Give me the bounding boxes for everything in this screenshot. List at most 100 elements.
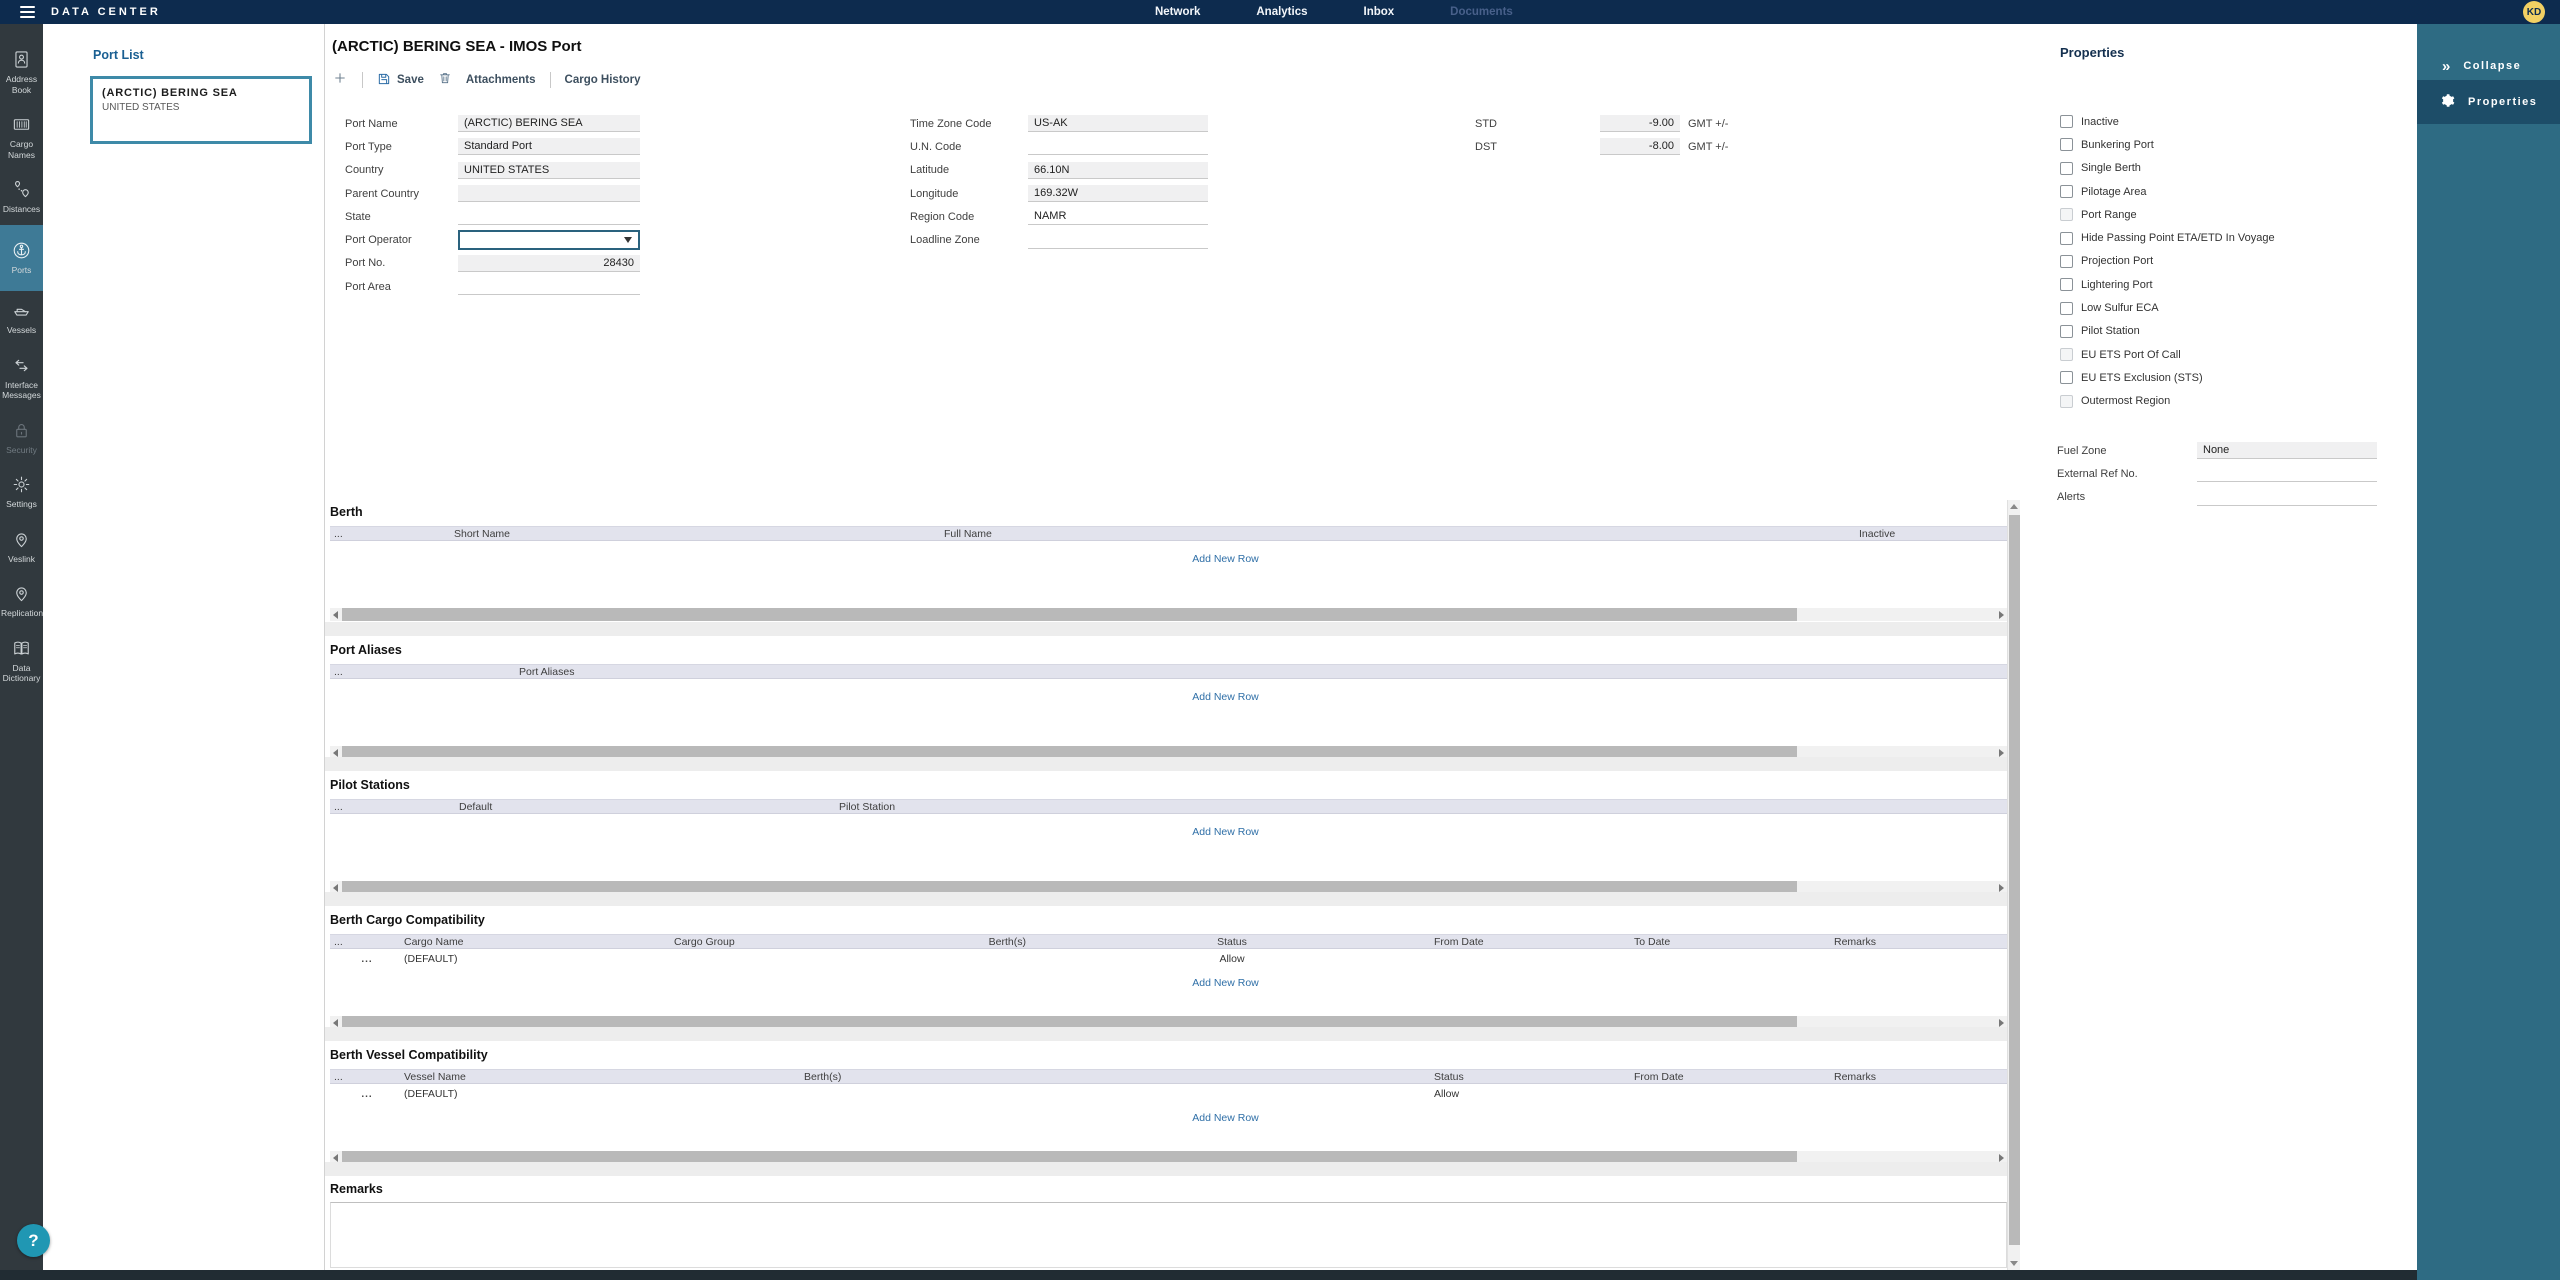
vertical-scrollbar[interactable] [2007, 500, 2020, 1270]
add-new-row-link[interactable]: Add New Row [1192, 553, 1259, 565]
sidebar-item-replication[interactable]: Replication [0, 574, 43, 629]
sidebar-item-interface-messages[interactable]: Interface Messages [0, 346, 43, 411]
checkbox[interactable] [2060, 395, 2073, 408]
port-name-field[interactable]: (ARCTIC) BERING SEA [458, 115, 640, 132]
sidebar-item-ports[interactable]: Ports [0, 225, 43, 292]
std-offset-field[interactable]: -9.00 [1600, 115, 1680, 132]
parent-country-field[interactable] [458, 185, 640, 202]
ship-icon [12, 301, 31, 320]
country-field[interactable]: UNITED STATES [458, 162, 640, 179]
checkbox[interactable] [2060, 255, 2073, 268]
property-checkbox-row[interactable]: Outermost Region [2060, 390, 2275, 413]
property-checkbox-row[interactable]: Low Sulfur ECA [2060, 296, 2275, 319]
property-checkbox-row[interactable]: EU ETS Exclusion (STS) [2060, 366, 2275, 389]
checkbox[interactable] [2060, 208, 2073, 221]
property-checkbox-row[interactable]: Port Range [2060, 203, 2275, 226]
sidebar-item-cargo-names[interactable]: Cargo Names [0, 105, 43, 170]
fuel-zone-field[interactable]: None [2197, 442, 2377, 459]
save-button[interactable]: Save [377, 72, 424, 89]
alerts-field[interactable] [2197, 489, 2377, 506]
toolbar: Save Attachments Cargo History [332, 68, 641, 92]
add-new-row-link[interactable]: Add New Row [1192, 1112, 1259, 1124]
sidebar-item-vessels[interactable]: Vessels [0, 291, 43, 346]
column-header: Berth(s) [890, 936, 1030, 948]
checkbox[interactable] [2060, 278, 2073, 291]
port-operator-dropdown[interactable] [458, 230, 640, 250]
row-menu-icon[interactable]: ... [330, 1089, 400, 1100]
table-row[interactable]: ... (DEFAULT) Allow [330, 1086, 2007, 1102]
property-checkbox-row[interactable]: Pilotage Area [2060, 180, 2275, 203]
sidebar-item-settings[interactable]: Settings [0, 465, 43, 520]
cargo-history-button[interactable]: Cargo History [565, 74, 641, 86]
port-country: UNITED STATES [102, 102, 300, 113]
scroll-up-arrow[interactable] [2010, 500, 2018, 513]
longitude-field[interactable]: 169.32W [1028, 185, 1208, 202]
topbar-nav-item[interactable]: Network [1155, 6, 1200, 18]
add-row-area: Add New Row [330, 973, 2007, 991]
topbar-nav-item[interactable]: Analytics [1256, 6, 1307, 18]
port-list-item-selected[interactable]: (ARCTIC) BERING SEA UNITED STATES [90, 76, 312, 144]
properties-title: Properties [2060, 45, 2124, 60]
scrollbar-thumb[interactable] [342, 608, 1797, 621]
scroll-down-arrow[interactable] [2010, 1257, 2018, 1270]
column-header: ... [330, 936, 400, 948]
port-no-field[interactable]: 28430 [458, 255, 640, 272]
property-checkbox-row[interactable]: Projection Port [2060, 250, 2275, 273]
checkbox[interactable] [2060, 325, 2073, 338]
port-area-field[interactable] [458, 278, 640, 295]
checkbox[interactable] [2060, 302, 2073, 315]
checkbox[interactable] [2060, 115, 2073, 128]
property-checkbox-row[interactable]: Bunkering Port [2060, 133, 2275, 156]
checkbox[interactable] [2060, 371, 2073, 384]
help-button[interactable]: ? [17, 1224, 50, 1257]
sidebar-item-veslink[interactable]: Veslink [0, 520, 43, 575]
hamburger-menu-icon[interactable] [20, 6, 35, 18]
add-new-row-link[interactable]: Add New Row [1192, 977, 1259, 989]
tab-properties[interactable]: Properties [2417, 80, 2560, 124]
checkbox[interactable] [2060, 232, 2073, 245]
topbar-nav-item[interactable]: Documents [1450, 6, 1513, 18]
un-code-field[interactable] [1028, 138, 1208, 155]
checkbox[interactable] [2060, 138, 2073, 151]
checkbox[interactable] [2060, 162, 2073, 175]
region-code-field[interactable]: NAMR [1028, 208, 1208, 225]
property-checkbox-row[interactable]: EU ETS Port Of Call [2060, 343, 2275, 366]
user-avatar[interactable]: KD [2523, 1, 2545, 23]
sidebar-item-data-dictionary[interactable]: Data Dictionary [0, 629, 43, 694]
add-new-row-link[interactable]: Add New Row [1192, 826, 1259, 838]
row-menu-icon[interactable]: ... [330, 954, 400, 965]
latitude-field[interactable]: 66.10N [1028, 162, 1208, 179]
checkbox[interactable] [2060, 348, 2073, 361]
dst-offset-field[interactable]: -8.00 [1600, 138, 1680, 155]
topbar-nav-item[interactable]: Inbox [1364, 6, 1395, 18]
checkbox[interactable] [2060, 185, 2073, 198]
column-header: Vessel Name [400, 1071, 800, 1083]
property-checkbox-row[interactable]: Inactive [2060, 110, 2275, 133]
table-row[interactable]: ... (DEFAULT) Allow [330, 951, 2007, 967]
horizontal-scrollbar[interactable] [330, 608, 2007, 621]
property-checkbox-row[interactable]: Lightering Port [2060, 273, 2275, 296]
state-field[interactable] [458, 208, 640, 225]
time-zone-code-field[interactable]: US-AK [1028, 115, 1208, 132]
sidebar-item-address-book[interactable]: Address Book [0, 40, 43, 105]
scroll-left-arrow[interactable] [330, 608, 341, 621]
add-new-row-link[interactable]: Add New Row [1192, 691, 1259, 703]
port-type-field[interactable]: Standard Port [458, 138, 640, 155]
property-checkbox-row[interactable]: Pilot Station [2060, 320, 2275, 343]
attachments-button[interactable]: Attachments [466, 74, 536, 86]
form-column-1: Port Name (ARCTIC) BERING SEA Port Type … [345, 112, 640, 298]
field-value: -9.00 [1649, 117, 1674, 129]
scrollbar-thumb[interactable] [2009, 515, 2020, 1245]
property-checkbox-row[interactable]: Single Berth [2060, 157, 2275, 180]
new-record-button[interactable] [332, 70, 348, 91]
loadline-zone-field[interactable] [1028, 232, 1208, 249]
collapse-label: Collapse [2463, 60, 2521, 72]
delete-button[interactable] [438, 71, 452, 90]
external-ref-no-field[interactable] [2197, 465, 2377, 482]
remarks-textarea[interactable] [330, 1202, 2007, 1268]
section-title: Remarks [330, 1182, 2007, 1196]
property-checkbox-row[interactable]: Hide Passing Point ETA/ETD In Voyage [2060, 226, 2275, 249]
scroll-right-arrow[interactable] [1996, 608, 2007, 621]
field-label: External Ref No. [2057, 468, 2197, 480]
sidebar-item-distances[interactable]: Distances [0, 170, 43, 225]
